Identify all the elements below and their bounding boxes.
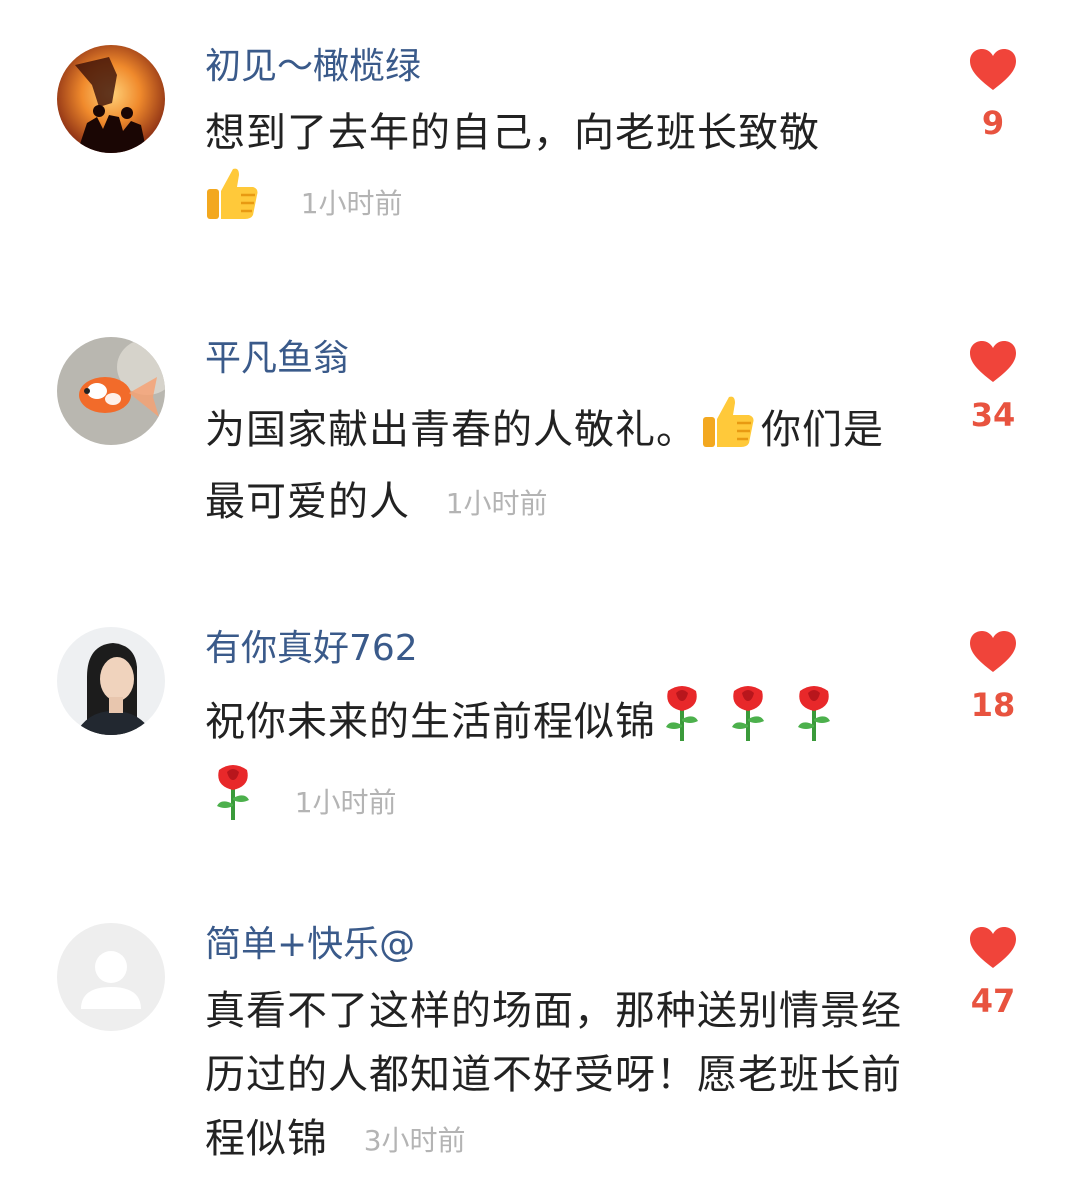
username[interactable]: 平凡鱼翁 [205,337,349,381]
comment-text: 真看不了这样的场面，那种送别情景经历过的人都知道不好受呀！愿老班长前程似锦 3小… [205,979,910,1173]
like-button[interactable]: 9 [968,48,1018,142]
like-count: 9 [981,104,1005,142]
portrait-avatar [57,627,165,735]
username[interactable]: 简单+快乐@ [205,923,415,967]
avatar[interactable] [57,337,165,445]
username[interactable]: 有你真好762 [205,627,418,671]
avatar[interactable] [57,923,165,1031]
avatar[interactable] [57,627,165,735]
comment-body: 祝你未来的生活前程似锦 [205,699,656,745]
like-button[interactable]: 34 [968,340,1018,434]
thumbs-up-icon [701,393,757,470]
heart-icon [970,927,1016,968]
thumbs-up-icon [205,165,261,242]
default-avatar [57,923,165,1031]
comment-text: 祝你未来的生活前程似锦 1小时前 [205,683,910,841]
goldfish-avatar [57,337,165,445]
like-count: 47 [970,982,1016,1020]
timestamp: 3小时前 [363,1124,466,1157]
timestamp: 1小时前 [445,487,548,520]
rose-icon [792,683,836,762]
comment-text: 想到了去年的自己，向老班长致敬 1小时前 [205,101,910,242]
comment-body: 为国家献出青春的人敬礼。 [205,407,697,453]
username[interactable]: 初见～橄榄绿 [205,45,421,89]
comment-text: 为国家献出青春的人敬礼。 你们是最可爱的人 1小时前 [205,393,910,536]
like-count: 34 [970,396,1016,434]
timestamp: 1小时前 [294,786,397,819]
avatar[interactable] [57,45,165,153]
comment-body: 真看不了这样的场面，那种送别情景经历过的人都知道不好受呀！愿老班长前程似锦 [205,988,902,1162]
rose-icon [726,683,770,762]
like-button[interactable]: 47 [968,926,1018,1020]
heart-icon [970,49,1016,90]
timestamp: 1小时前 [300,187,403,220]
like-button[interactable]: 18 [968,630,1018,724]
rose-icon [660,683,704,762]
sunset-silhouette-avatar [57,45,165,153]
heart-icon [970,341,1016,382]
like-count: 18 [970,686,1016,724]
comment-body: 想到了去年的自己，向老班长致敬 [205,110,820,156]
heart-icon [970,631,1016,672]
rose-icon [211,762,255,841]
